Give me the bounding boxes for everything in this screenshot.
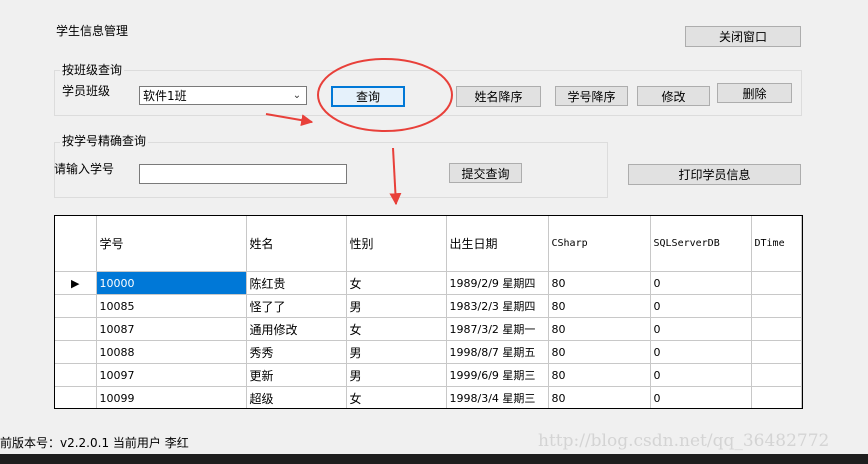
column-header-birthdate[interactable]: 出生日期: [446, 216, 549, 272]
close-window-button[interactable]: 关闭窗口: [685, 26, 801, 47]
cell-name[interactable]: 秀秀: [246, 340, 347, 364]
column-header-gender[interactable]: 性别: [346, 216, 447, 272]
student-grid[interactable]: 学号 姓名 性别 出生日期 CSharp SQLServerDB DTime ▶…: [54, 215, 803, 409]
watermark: http://blog.csdn.net/qq_36482772: [538, 431, 830, 451]
cell-dtime[interactable]: [751, 317, 802, 341]
row-header[interactable]: [55, 340, 97, 364]
cell-csharp[interactable]: 80: [548, 386, 651, 408]
column-header-name[interactable]: 姓名: [246, 216, 347, 272]
cell-name[interactable]: 超级: [246, 386, 347, 408]
cell-gender[interactable]: 男: [346, 363, 447, 387]
cell-birthdate[interactable]: 1998/3/4 星期三: [446, 386, 549, 408]
cell-dtime[interactable]: [751, 363, 802, 387]
cell-sqlserverdb[interactable]: 0: [650, 363, 752, 387]
cell-csharp[interactable]: 80: [548, 340, 651, 364]
table-row[interactable]: 10097 更新 男 1999/6/9 星期三 80 0: [55, 363, 802, 387]
cell-csharp[interactable]: 80: [548, 294, 651, 318]
table-row[interactable]: ▶ 10000 陈红贵 女 1989/2/9 星期四 80 0: [55, 271, 802, 295]
print-student-button[interactable]: 打印学员信息: [628, 164, 801, 185]
cell-gender[interactable]: 女: [346, 317, 447, 341]
class-select-value: 软件1班: [143, 89, 187, 103]
table-row[interactable]: 10085 怪了了 男 1983/2/3 星期四 80 0: [55, 294, 802, 318]
cell-birthdate[interactable]: 1999/6/9 星期三: [446, 363, 549, 387]
cell-name[interactable]: 怪了了: [246, 294, 347, 318]
query-button[interactable]: 查询: [331, 86, 405, 107]
cell-name[interactable]: 通用修改: [246, 317, 347, 341]
student-table: 学号 姓名 性别 出生日期 CSharp SQLServerDB DTime ▶…: [55, 216, 802, 408]
cell-id[interactable]: 10099: [96, 386, 247, 408]
column-header-sqlserverdb[interactable]: SQLServerDB: [650, 216, 752, 272]
cell-gender[interactable]: 男: [346, 294, 447, 318]
table-row[interactable]: 10088 秀秀 男 1998/8/7 星期五 80 0: [55, 340, 802, 364]
name-desc-button[interactable]: 姓名降序: [456, 86, 541, 107]
cell-id[interactable]: 10097: [96, 363, 247, 387]
cell-id[interactable]: 10087: [96, 317, 247, 341]
id-query-group-title: 按学号精确查询: [60, 134, 149, 148]
table-row[interactable]: 10087 通用修改 女 1987/3/2 星期一 80 0: [55, 317, 802, 341]
cell-birthdate[interactable]: 1983/2/3 星期四: [446, 294, 549, 318]
cell-dtime[interactable]: [751, 271, 802, 295]
cell-id[interactable]: 10085: [96, 294, 247, 318]
cell-dtime[interactable]: [751, 340, 802, 364]
row-header[interactable]: [55, 363, 97, 387]
cell-sqlserverdb[interactable]: 0: [650, 317, 752, 341]
id-input[interactable]: [139, 164, 347, 184]
current-row-indicator-icon[interactable]: ▶: [55, 271, 97, 295]
cell-dtime[interactable]: [751, 386, 802, 408]
status-text: 前版本号：v2.2.0.1 当前用户 李红: [0, 436, 189, 450]
cell-birthdate[interactable]: 1989/2/9 星期四: [446, 271, 549, 295]
modify-button[interactable]: 修改: [637, 86, 710, 106]
page-title: 学生信息管理: [56, 24, 129, 38]
column-header-id[interactable]: 学号: [96, 216, 247, 272]
row-header-corner: [55, 216, 97, 272]
table-row[interactable]: 10099 超级 女 1998/3/4 星期三 80 0: [55, 386, 802, 408]
cell-csharp[interactable]: 80: [548, 317, 651, 341]
header-row: 学号 姓名 性别 出生日期 CSharp SQLServerDB DTime: [55, 216, 802, 272]
cell-birthdate[interactable]: 1998/8/7 星期五: [446, 340, 549, 364]
submit-query-button[interactable]: 提交查询: [449, 163, 522, 183]
cell-csharp[interactable]: 80: [548, 271, 651, 295]
row-header[interactable]: [55, 317, 97, 341]
cell-gender[interactable]: 男: [346, 340, 447, 364]
cell-id[interactable]: 10088: [96, 340, 247, 364]
cell-sqlserverdb[interactable]: 0: [650, 271, 752, 295]
row-header[interactable]: [55, 294, 97, 318]
cell-sqlserverdb[interactable]: 0: [650, 294, 752, 318]
row-header[interactable]: [55, 386, 97, 408]
column-header-dtime[interactable]: DTime: [751, 216, 802, 272]
delete-button[interactable]: 删除: [717, 83, 792, 103]
cell-name[interactable]: 陈红贵: [246, 271, 347, 295]
cell-dtime[interactable]: [751, 294, 802, 318]
id-label: 请输入学号: [54, 162, 115, 176]
cell-sqlserverdb[interactable]: 0: [650, 340, 752, 364]
cell-csharp[interactable]: 80: [548, 363, 651, 387]
cell-birthdate[interactable]: 1987/3/2 星期一: [446, 317, 549, 341]
id-desc-button[interactable]: 学号降序: [555, 86, 628, 106]
cell-id[interactable]: 10000: [96, 271, 247, 295]
cell-gender[interactable]: 女: [346, 271, 447, 295]
class-label: 学员班级: [62, 84, 111, 98]
class-select[interactable]: 软件1班 ⌄: [139, 86, 307, 105]
cell-gender[interactable]: 女: [346, 386, 447, 408]
cell-name[interactable]: 更新: [246, 363, 347, 387]
class-query-group-title: 按班级查询: [60, 63, 125, 77]
chevron-down-icon[interactable]: ⌄: [290, 87, 304, 104]
column-header-csharp[interactable]: CSharp: [548, 216, 651, 272]
cell-sqlserverdb[interactable]: 0: [650, 386, 752, 408]
taskbar-strip: [0, 454, 868, 464]
